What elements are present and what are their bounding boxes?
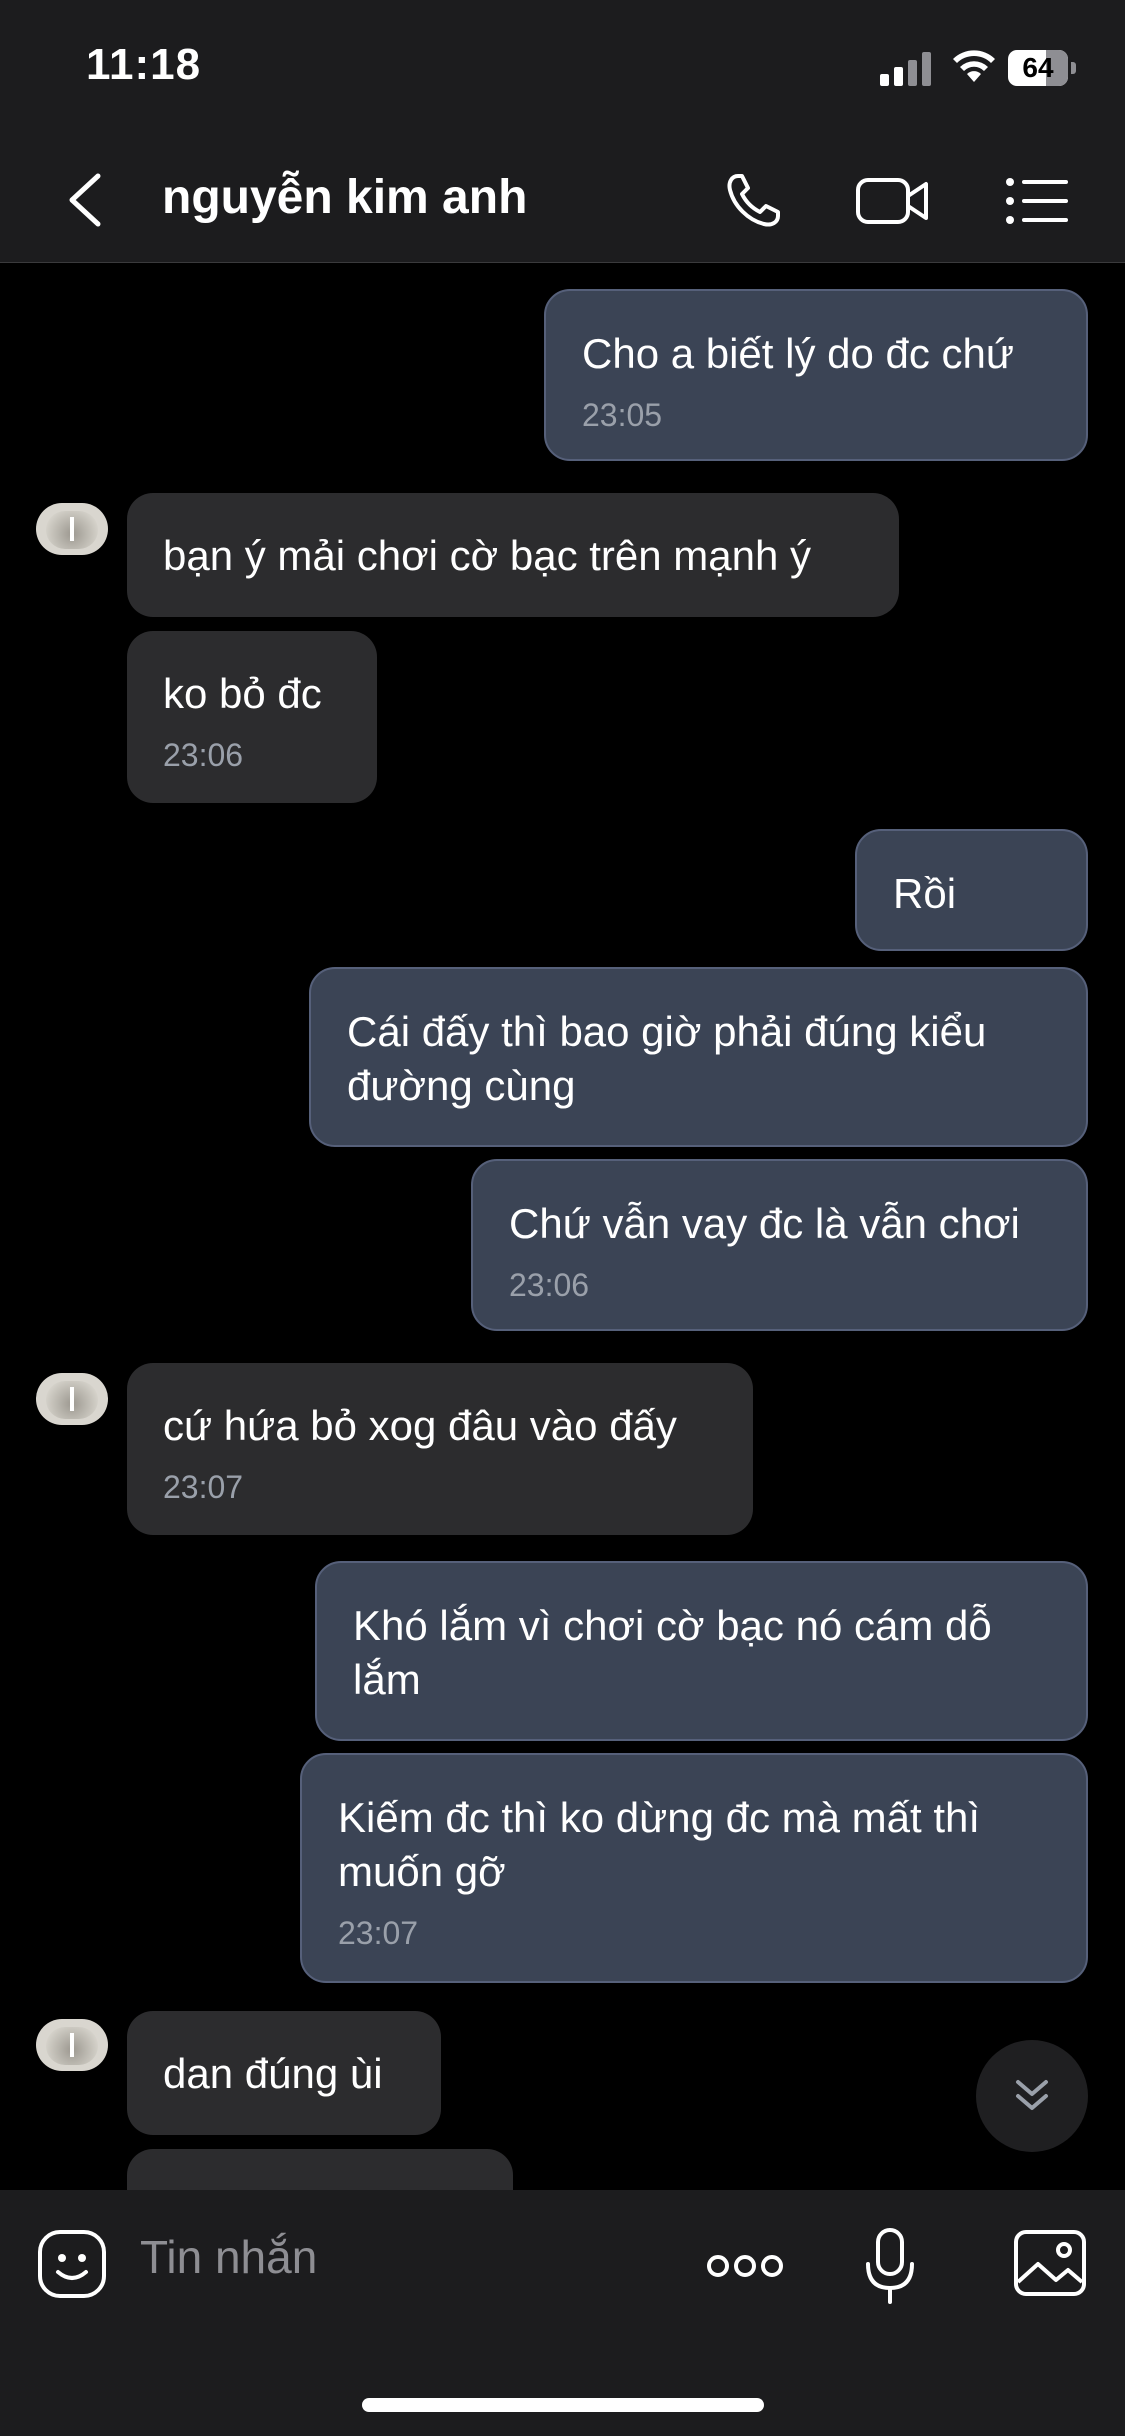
message-bubble-outgoing[interactable]: Chứ vẫn vay đc là vẫn chơi 23:06 [471,1159,1088,1331]
avatar[interactable] [36,503,108,555]
cellular-signal-icon [880,52,931,86]
message-text: Khó lắm vì chơi cờ bạc nó cám dỗ lắm [353,1602,992,1703]
avatar[interactable] [36,1373,108,1425]
message-bubble-incoming[interactable]: cứ hứa bỏ xog đâu vào đấy 23:07 [127,1363,753,1535]
wifi-icon [953,50,995,82]
list-menu-icon[interactable] [998,166,1078,236]
status-time: 11:18 [86,40,202,89]
message-list[interactable]: Cho a biết lý do đc chứ 23:05 bạn ý mải … [0,263,1125,2190]
message-text: bạn ý mải chơi cờ bạc trên mạnh ý [163,532,812,579]
contact-name[interactable]: nguyễn kim anh [162,170,527,225]
message-text: Rồi [893,870,957,917]
message-bubble-incoming[interactable]: bạn ý mải chơi cờ bạc trên mạnh ý [127,493,899,617]
more-dots-icon[interactable] [704,2246,786,2286]
message-time: 23:06 [163,737,244,773]
scroll-to-bottom-button[interactable] [976,2040,1088,2152]
message-text: cứ hứa bỏ xog đâu vào đấy [163,1402,677,1449]
message-text: dan đúng ùi [163,2050,383,2097]
microphone-icon[interactable] [862,2226,918,2306]
message-time: 23:07 [163,1469,244,1505]
message-time: 23:05 [582,397,663,433]
message-composer: Tin nhắn [0,2190,1125,2436]
message-bubble-outgoing[interactable]: Cái đấy thì bao giờ phải đúng kiểu đường… [309,967,1088,1147]
message-text: Cái đấy thì bao giờ phải đúng kiểu đường… [347,1008,987,1109]
message-text: ko bỏ đc [163,670,322,717]
message-bubble-outgoing[interactable]: Cho a biết lý do đc chứ 23:05 [544,289,1088,461]
message-bubble-outgoing[interactable]: Kiếm đc thì ko dừng đc mà mất thì muốn g… [300,1753,1088,1983]
double-chevron-down-icon [1016,2080,1048,2110]
avatar[interactable] [36,2019,108,2071]
message-input[interactable]: Tin nhắn [140,2230,317,2284]
message-time: 23:06 [509,1267,590,1303]
battery-indicator: 64 [1008,50,1078,88]
message-text: Cho a biết lý do đc chứ [582,330,1015,377]
message-text: Chứ vẫn vay đc là vẫn chơi [509,1200,1020,1247]
message-bubble-incoming[interactable]: dan đúng ùi [127,2011,441,2135]
video-camera-icon[interactable] [852,166,932,236]
message-bubble-incoming[interactable] [127,2149,513,2190]
chat-header: nguyễn kim anh [0,140,1125,263]
chevron-left-icon[interactable] [58,168,118,232]
message-text: Kiếm đc thì ko dừng đc mà mất thì muốn g… [338,1794,981,1895]
battery-level: 64 [1022,52,1054,83]
image-icon[interactable] [1012,2228,1088,2298]
message-time: 23:07 [338,1915,419,1951]
message-bubble-outgoing[interactable]: Khó lắm vì chơi cờ bạc nó cám dỗ lắm [315,1561,1088,1741]
message-bubble-incoming[interactable]: ko bỏ đc 23:06 [127,631,377,803]
emoji-sticker-icon[interactable] [36,2228,108,2300]
status-bar: 11:18 64 [0,0,1125,140]
home-indicator[interactable] [362,2398,764,2412]
message-bubble-outgoing[interactable]: Rồi [855,829,1088,951]
phone-icon[interactable] [718,166,798,236]
